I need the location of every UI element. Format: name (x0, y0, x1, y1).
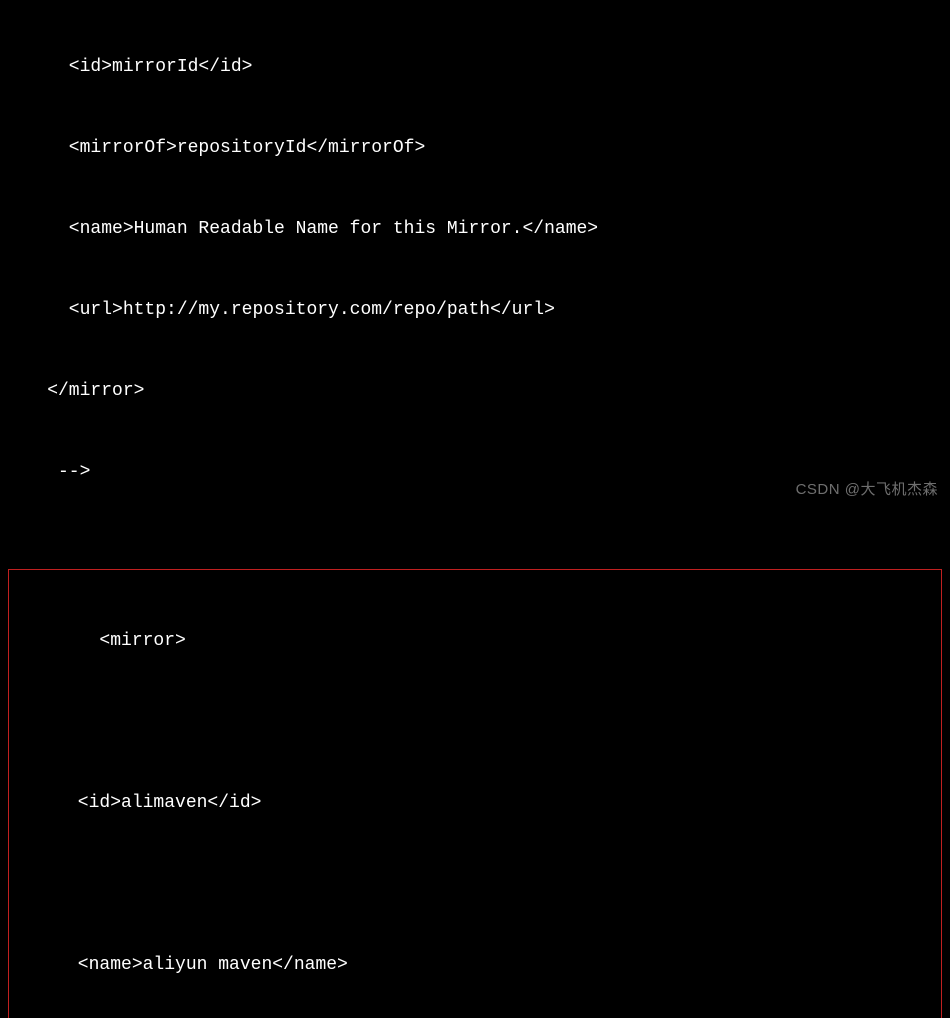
code-line: <id>mirrorId</id> (0, 54, 950, 81)
code-line: <id>alimaven</id> (9, 790, 941, 817)
code-line: </mirror> (0, 378, 950, 405)
code-line: <mirror> (9, 628, 941, 655)
code-line: <name>aliyun maven</name> (9, 952, 941, 979)
code-line (9, 871, 941, 898)
highlighted-code-box: <mirror> <id>alimaven</id> <name>aliyun … (8, 569, 942, 1018)
code-line: <url>http://my.repository.com/repo/path<… (0, 297, 950, 324)
terminal-editor[interactable]: <id>mirrorId</id> <mirrorOf>repositoryId… (0, 0, 950, 1018)
code-line: <mirrorOf>repositoryId</mirrorOf> (0, 135, 950, 162)
watermark-text: CSDN @大飞机杰森 (796, 479, 938, 502)
code-line (9, 709, 941, 736)
code-line: <name>Human Readable Name for this Mirro… (0, 216, 950, 243)
